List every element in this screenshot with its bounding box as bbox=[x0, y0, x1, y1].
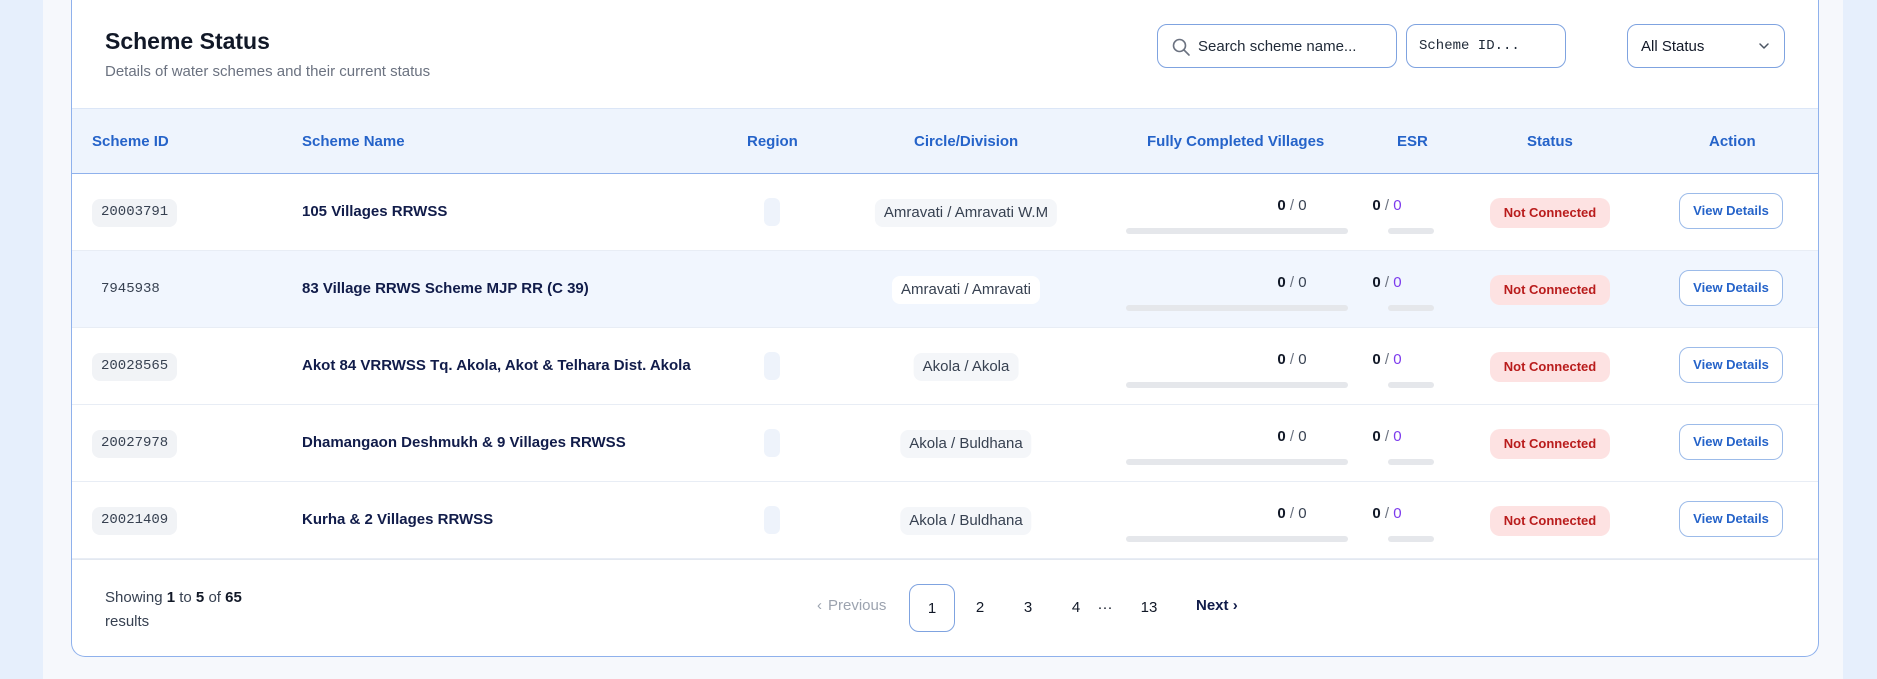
scheme-id-field[interactable] bbox=[1406, 24, 1566, 68]
search-field[interactable] bbox=[1157, 24, 1397, 68]
esr-count: 0 / 0 bbox=[1372, 351, 1402, 368]
region-cell bbox=[764, 352, 780, 380]
status-badge: Not Connected bbox=[1490, 275, 1610, 305]
view-details-button[interactable]: View Details bbox=[1679, 193, 1783, 229]
column-header-scheme-id[interactable]: Scheme ID bbox=[92, 133, 169, 150]
column-header-region[interactable]: Region bbox=[747, 133, 798, 150]
table-row: 20027978 Dhamangaon Deshmukh & 9 Village… bbox=[72, 405, 1818, 482]
column-header-action: Action bbox=[1709, 133, 1756, 150]
circle-division-cell: Amravati / Amravati W.M bbox=[874, 199, 1058, 227]
chevron-left-icon: ‹ bbox=[817, 597, 822, 614]
pagination-previous[interactable]: ‹ Previous bbox=[817, 597, 886, 614]
esr-progress-bar bbox=[1388, 228, 1434, 234]
pagination-page-1[interactable]: 1 bbox=[909, 584, 955, 632]
scheme-name-cell: 105 Villages RRWSS bbox=[302, 203, 448, 220]
scheme-id-cell: 20028565 bbox=[92, 353, 178, 381]
region-cell bbox=[764, 506, 780, 534]
villages-count: 0 / 0 bbox=[1277, 351, 1307, 368]
region-cell bbox=[764, 198, 780, 226]
esr-progress-bar bbox=[1388, 305, 1434, 311]
scheme-name-cell: 83 Village RRWS Scheme MJP RR (C 39) bbox=[302, 280, 589, 297]
region-cell bbox=[764, 429, 780, 457]
chevron-right-icon: › bbox=[1232, 597, 1238, 614]
scheme-id-cell: 20021409 bbox=[92, 507, 178, 535]
esr-progress-bar bbox=[1388, 382, 1434, 388]
table-row: 7945938 83 Village RRWS Scheme MJP RR (C… bbox=[72, 251, 1818, 328]
villages-progress-bar bbox=[1126, 382, 1348, 388]
scheme-name-cell: Akot 84 VRRWSS Tq. Akola, Akot & Telhara… bbox=[302, 357, 691, 374]
column-header-status[interactable]: Status bbox=[1527, 133, 1573, 150]
scheme-name-cell: Kurha & 2 Villages RRWSS bbox=[302, 511, 494, 528]
view-details-button[interactable]: View Details bbox=[1679, 424, 1783, 460]
circle-division-cell: Amravati / Amravati bbox=[891, 276, 1041, 304]
circle-division-cell: Akola / Akola bbox=[913, 353, 1019, 381]
esr-count: 0 / 0 bbox=[1372, 197, 1402, 214]
scheme-id-cell: 7945938 bbox=[101, 281, 160, 297]
table-row: 20028565 Akot 84 VRRWSS Tq. Akola, Akot … bbox=[72, 328, 1818, 405]
pagination-ellipsis: ··· bbox=[1097, 599, 1113, 616]
villages-progress-bar bbox=[1126, 305, 1348, 311]
page-title: Scheme Status bbox=[105, 28, 270, 54]
villages-progress-bar bbox=[1126, 228, 1348, 234]
view-details-button[interactable]: View Details bbox=[1679, 501, 1783, 537]
table-header: Scheme ID Scheme Name Region Circle/Divi… bbox=[72, 108, 1818, 174]
status-badge: Not Connected bbox=[1490, 352, 1610, 382]
table-row: 20003791 105 Villages RRWSS Amravati / A… bbox=[72, 174, 1818, 251]
pagination-page-3[interactable]: 3 bbox=[1005, 584, 1051, 632]
villages-progress-bar bbox=[1126, 536, 1348, 542]
villages-count: 0 / 0 bbox=[1277, 505, 1307, 522]
status-badge: Not Connected bbox=[1490, 198, 1610, 228]
column-header-circle-division[interactable]: Circle/Division bbox=[914, 133, 1018, 150]
scheme-name-cell: Dhamangaon Deshmukh & 9 Villages RRWSS bbox=[302, 434, 626, 451]
circle-division-cell: Akola / Buldhana bbox=[900, 507, 1032, 535]
view-details-button[interactable]: View Details bbox=[1679, 270, 1783, 306]
status-badge: Not Connected bbox=[1490, 429, 1610, 459]
search-icon bbox=[1172, 38, 1190, 56]
esr-progress-bar bbox=[1388, 459, 1434, 465]
column-header-esr[interactable]: ESR bbox=[1397, 133, 1428, 150]
status-badge: Not Connected bbox=[1490, 506, 1610, 536]
circle-division-cell: Akola / Buldhana bbox=[900, 430, 1032, 458]
scheme-id-input[interactable] bbox=[1419, 25, 1559, 67]
column-header-scheme-name[interactable]: Scheme Name bbox=[302, 133, 405, 150]
esr-progress-bar bbox=[1388, 536, 1434, 542]
pagination-page-13[interactable]: 13 bbox=[1126, 584, 1172, 632]
esr-count: 0 / 0 bbox=[1372, 428, 1402, 445]
page-subtitle: Details of water schemes and their curre… bbox=[105, 63, 431, 80]
status-filter-select[interactable]: All Status bbox=[1627, 24, 1785, 68]
scheme-status-card: Scheme Status Details of water schemes a… bbox=[71, 0, 1819, 657]
status-filter-value: All Status bbox=[1641, 38, 1705, 55]
villages-progress-bar bbox=[1126, 459, 1348, 465]
villages-count: 0 / 0 bbox=[1277, 197, 1307, 214]
scheme-id-cell: 20027978 bbox=[92, 430, 178, 458]
esr-count: 0 / 0 bbox=[1372, 505, 1402, 522]
search-input[interactable] bbox=[1198, 25, 1388, 67]
results-summary: Showing 1 to 5 of 65 results bbox=[105, 589, 242, 630]
column-header-fully-completed-villages[interactable]: Fully Completed Villages bbox=[1147, 133, 1324, 150]
table-row: 20021409 Kurha & 2 Villages RRWSS Akola … bbox=[72, 482, 1818, 559]
table-footer: Showing 1 to 5 of 65 results ‹ Previous 1… bbox=[72, 559, 1818, 656]
esr-count: 0 / 0 bbox=[1372, 274, 1402, 291]
villages-count: 0 / 0 bbox=[1277, 274, 1307, 291]
villages-count: 0 / 0 bbox=[1277, 428, 1307, 445]
chevron-down-icon bbox=[1759, 43, 1769, 49]
pagination-page-2[interactable]: 2 bbox=[957, 584, 1003, 632]
pagination-next[interactable]: Next › bbox=[1196, 597, 1238, 614]
card-header: Scheme Status Details of water schemes a… bbox=[72, 0, 1818, 108]
scheme-id-cell: 20003791 bbox=[92, 199, 178, 227]
view-details-button[interactable]: View Details bbox=[1679, 347, 1783, 383]
